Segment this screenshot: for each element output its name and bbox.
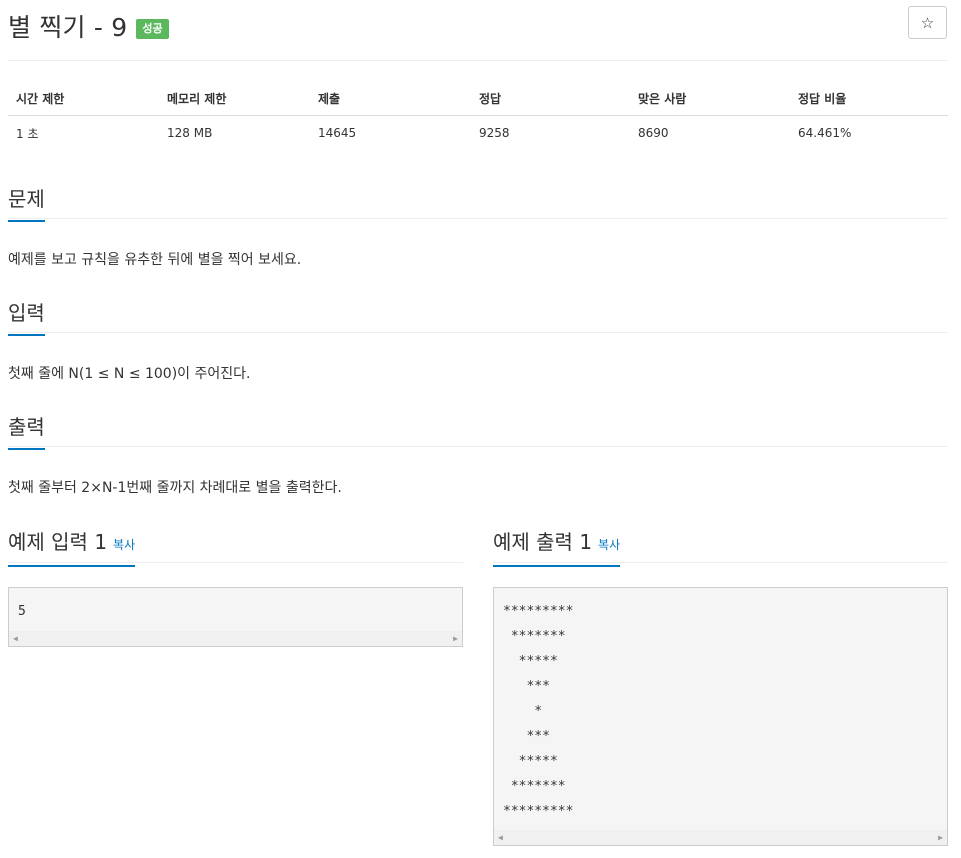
sample-output-title: 예제 출력 1 xyxy=(493,530,593,554)
accepted-value: 9258 xyxy=(479,126,510,141)
divider xyxy=(8,332,948,333)
output-description: 첫째 줄부터 2×N-1번째 줄까지 차례대로 별을 출력한다. xyxy=(8,480,342,496)
solved-users-value: 8690 xyxy=(638,126,669,141)
scroll-left-icon[interactable]: ◀ xyxy=(13,634,18,643)
sample-output-box[interactable]: ********* ******* ***** *** * *** ***** … xyxy=(493,587,948,846)
problem-title: 별 찍기 - 9 xyxy=(8,13,128,42)
input-description: 첫째 줄에 N(1 ≤ N ≤ 100)이 주어진다. xyxy=(8,366,251,382)
divider xyxy=(8,218,948,219)
divider xyxy=(493,562,948,563)
sample-input-content: 5 xyxy=(18,604,26,619)
sample-output-content: ********* ******* ***** *** * *** ***** … xyxy=(503,604,574,819)
scroll-left-icon[interactable]: ◀ xyxy=(498,833,503,842)
output-heading-label: 출력 xyxy=(8,411,45,450)
submissions-value: 14645 xyxy=(318,126,357,141)
star-icon: ☆ xyxy=(920,13,935,32)
input-section-heading: 입력 xyxy=(8,297,45,336)
copy-sample-input-button[interactable]: 복사 xyxy=(113,538,135,552)
problem-info-table: 시간 제한 메모리 제한 제출 정답 맞은 사람 정답 비율 1 초 128 M… xyxy=(8,82,948,151)
horizontal-scrollbar[interactable]: ◀ ▶ xyxy=(494,830,947,845)
copy-sample-output-button[interactable]: 복사 xyxy=(598,538,620,552)
problem-section-heading: 문제 xyxy=(8,183,45,222)
scroll-right-icon[interactable]: ▶ xyxy=(938,833,943,842)
header-time-limit: 시간 제한 xyxy=(8,82,159,116)
input-heading-label: 입력 xyxy=(8,297,45,336)
header-accepted: 정답 xyxy=(471,82,630,116)
divider xyxy=(8,446,948,447)
title-row: 별 찍기 - 9 성공 xyxy=(8,6,169,46)
table-header-row: 시간 제한 메모리 제한 제출 정답 맞은 사람 정답 비율 xyxy=(8,82,948,116)
header-memory-limit: 메모리 제한 xyxy=(159,82,310,116)
divider xyxy=(8,60,948,61)
sample-input-title: 예제 입력 1 xyxy=(8,530,108,554)
scroll-right-icon[interactable]: ▶ xyxy=(453,634,458,643)
sample-output-heading: 예제 출력 1 복사 xyxy=(493,526,621,567)
memory-limit-value: 128 MB xyxy=(167,126,213,141)
output-section-heading: 출력 xyxy=(8,411,45,450)
problem-heading-label: 문제 xyxy=(8,183,45,222)
accept-ratio-value: 64.461% xyxy=(798,126,852,141)
sample-input-heading-label: 예제 입력 1 복사 xyxy=(8,526,136,567)
horizontal-scrollbar[interactable]: ◀ ▶ xyxy=(9,631,462,646)
time-limit-value: 1 초 xyxy=(16,126,39,141)
problem-description: 예제를 보고 규칙을 유추한 뒤에 별을 찍어 보세요. xyxy=(8,252,302,268)
table-row: 1 초 128 MB 14645 9258 8690 64.461% xyxy=(8,115,948,151)
sample-output-heading-label: 예제 출력 1 복사 xyxy=(493,526,621,567)
header-submissions: 제출 xyxy=(310,82,471,116)
header-solved-users: 맞은 사람 xyxy=(630,82,790,116)
status-badge: 성공 xyxy=(136,19,169,39)
sample-input-heading: 예제 입력 1 복사 xyxy=(8,526,136,567)
divider xyxy=(8,562,463,563)
header-accept-ratio: 정답 비율 xyxy=(790,82,948,116)
favorite-button[interactable]: ☆ xyxy=(908,6,947,39)
sample-input-box[interactable]: 5 ◀ ▶ xyxy=(8,587,463,647)
